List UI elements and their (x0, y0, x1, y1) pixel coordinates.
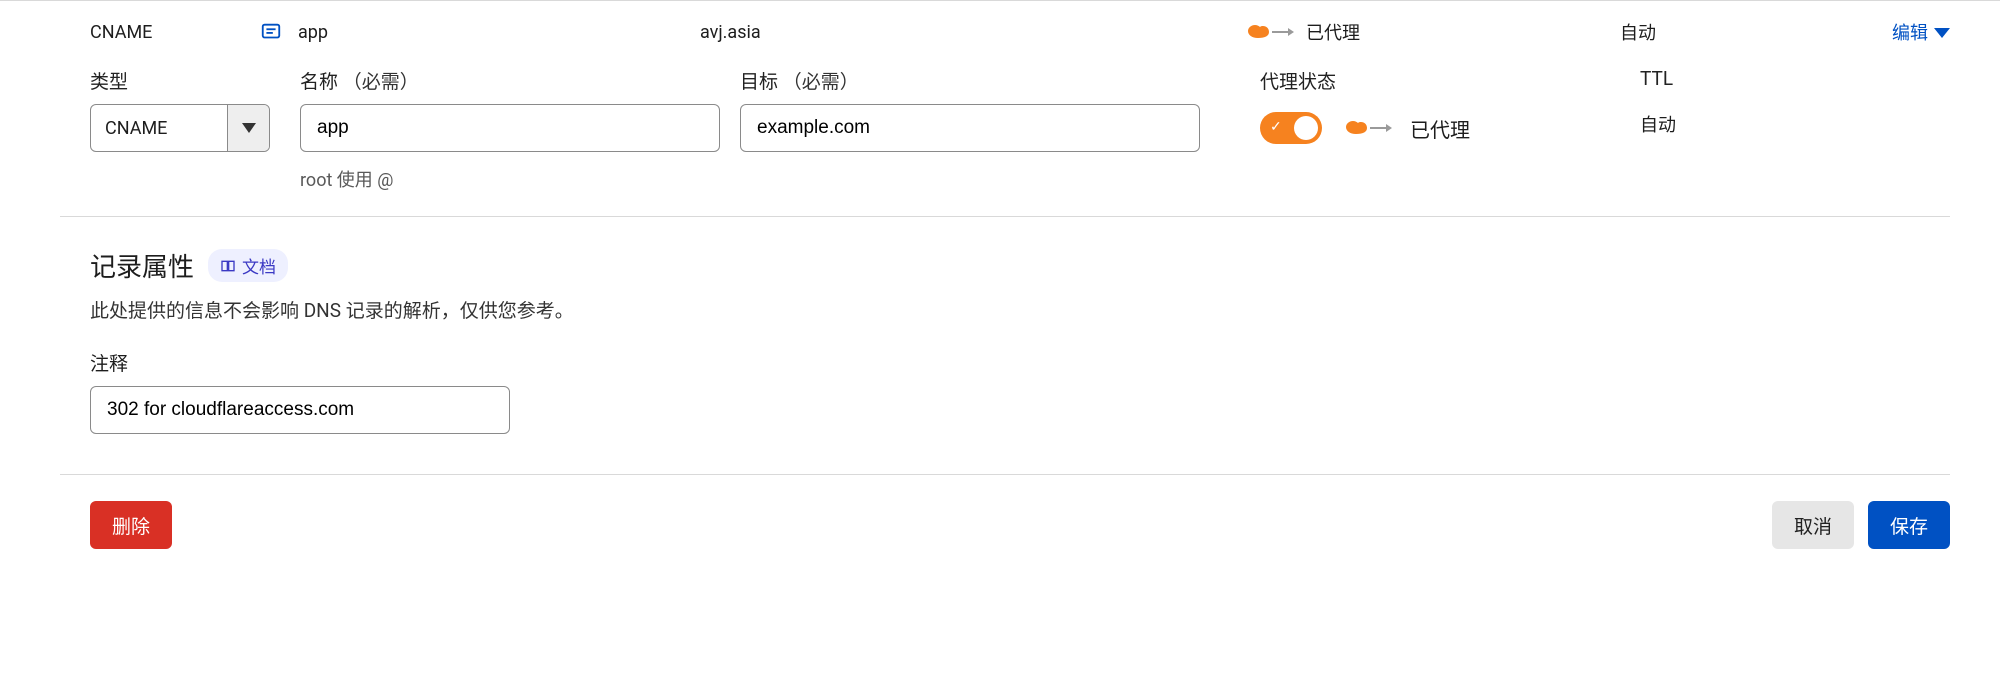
record-attributes-section: 记录属性 文档 此处提供的信息不会影响 DNS 记录的解析，仅供您参考。 注释 (0, 217, 2000, 444)
chevron-down-icon (227, 105, 269, 151)
comment-label: 注释 (90, 349, 1950, 376)
record-attributes-title: 记录属性 (90, 247, 194, 284)
edit-link[interactable]: 编辑 (1850, 19, 1950, 45)
save-button[interactable]: 保存 (1868, 501, 1950, 549)
name-input[interactable] (300, 104, 720, 152)
record-attributes-desc: 此处提供的信息不会影响 DNS 记录的解析，仅供您参考。 (90, 296, 1950, 323)
summary-name: app (298, 22, 328, 43)
summary-type: CNAME (90, 22, 260, 43)
proxy-toggle[interactable]: ✓ (1260, 112, 1322, 144)
ttl-value: 自动 (1640, 111, 1676, 137)
type-select[interactable]: CNAME (90, 104, 270, 152)
cancel-button[interactable]: 取消 (1772, 501, 1854, 549)
name-hint: root 使用 @ (300, 166, 740, 192)
type-select-value: CNAME (91, 105, 227, 151)
target-label: 目标 （必需） (740, 67, 1260, 94)
name-label: 名称 （必需） (300, 67, 740, 94)
docs-link[interactable]: 文档 (208, 249, 288, 282)
book-icon (220, 258, 236, 274)
proxied-cloud-icon (1240, 20, 1296, 44)
dns-record-summary-row: CNAME app avj.asia 已代理 自动 (0, 1, 2000, 53)
footer-actions: 删除 取消 保存 (0, 475, 2000, 575)
comment-indicator-icon (260, 21, 282, 43)
summary-proxy-status: 已代理 (1306, 19, 1360, 45)
comment-input[interactable] (90, 386, 510, 434)
summary-ttl: 自动 (1620, 19, 1850, 45)
proxy-state-label: 代理状态 (1260, 67, 1640, 94)
chevron-down-icon (1934, 26, 1950, 38)
check-icon: ✓ (1270, 119, 1282, 135)
proxy-status-text: 已代理 (1410, 114, 1470, 143)
proxied-cloud-icon (1338, 116, 1394, 140)
type-label: 类型 (90, 67, 300, 94)
delete-button[interactable]: 删除 (90, 501, 172, 549)
target-input[interactable] (740, 104, 1200, 152)
ttl-label: TTL (1640, 67, 1840, 90)
dns-record-edit-row: 类型 CNAME 名称 （必需） root 使用 @ 目标 （必需） 代理状态 (0, 53, 2000, 216)
summary-target: avj.asia (700, 22, 1240, 43)
